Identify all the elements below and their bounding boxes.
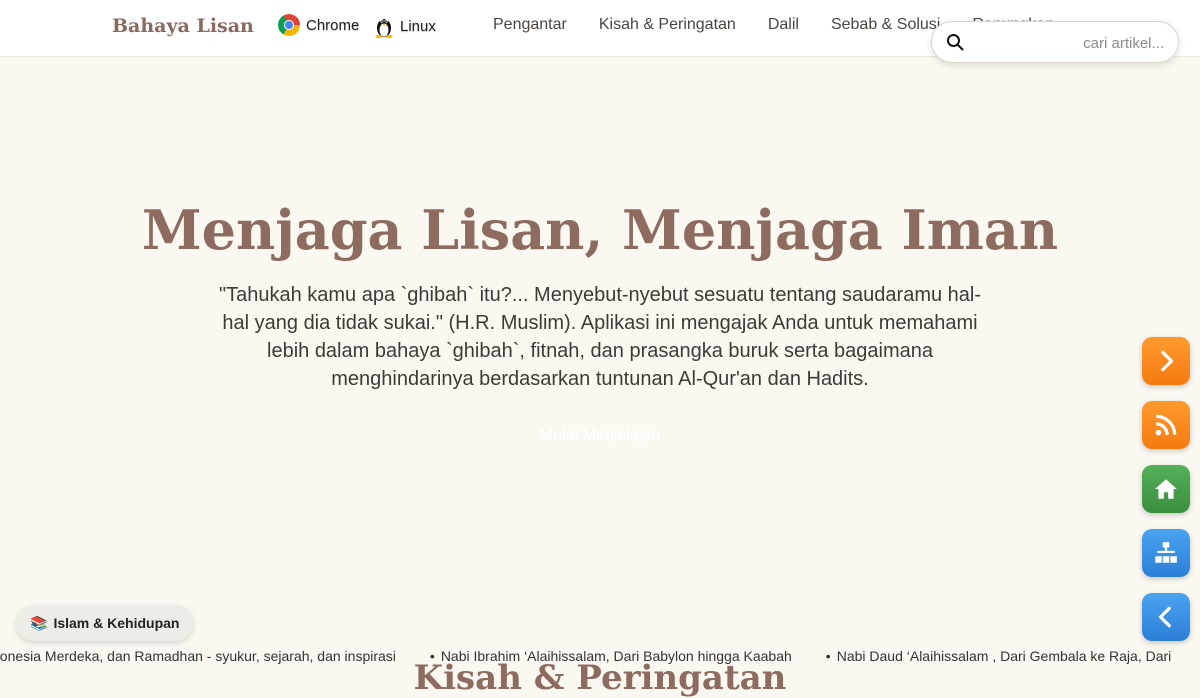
nav-item-dalil[interactable]: Dalil <box>768 16 799 34</box>
start-exploring-button[interactable]: Mulai Menjelajah <box>500 422 700 450</box>
sitemap-icon <box>1155 542 1177 563</box>
next-button[interactable] <box>1142 337 1190 385</box>
nav-item-pengantar[interactable]: Pengantar <box>493 16 567 34</box>
books-icon: 📚 <box>30 614 48 631</box>
top-navbar: Bahaya Lisan Chrome Linux Pengantar Kisa… <box>0 0 1200 63</box>
home-button[interactable] <box>1142 465 1190 513</box>
category-label: Islam & Kehidupan <box>53 615 180 631</box>
site-brand[interactable]: Bahaya Lisan <box>112 15 254 37</box>
browser-label: Chrome <box>306 16 360 34</box>
ticker-item[interactable]: Nabi Ibrahim ‘Alaihissalam, Dari Babylon… <box>430 648 792 664</box>
chevron-left-icon <box>1158 606 1171 628</box>
search-icon[interactable] <box>946 33 964 51</box>
os-label: Linux <box>400 17 436 35</box>
rss-button[interactable] <box>1142 401 1190 449</box>
search-input[interactable] <box>976 30 1166 56</box>
chevron-right-icon <box>1161 350 1174 372</box>
news-ticker: donesia Merdeka, dan Ramadhan - syukur, … <box>0 646 1200 668</box>
sitemap-button[interactable] <box>1142 529 1190 577</box>
ticker-item[interactable]: donesia Merdeka, dan Ramadhan - syukur, … <box>0 648 396 664</box>
linux-tux-icon <box>375 19 393 38</box>
nav-item-sebab-solusi[interactable]: Sebab & Solusi <box>831 16 940 34</box>
chrome-icon <box>278 14 300 36</box>
nav-item-kisah-peringatan[interactable]: Kisah & Peringatan <box>599 16 736 34</box>
rss-icon <box>1155 414 1177 436</box>
ticker-item[interactable]: Nabi Daud ‘Alaihissalam , Dari Gembala k… <box>826 648 1172 664</box>
search-box <box>931 21 1179 63</box>
previous-button[interactable] <box>1142 593 1190 641</box>
category-pill[interactable]: 📚 Islam & Kehidupan <box>16 605 194 641</box>
os-badge: Linux <box>374 14 436 38</box>
home-icon <box>1155 479 1177 499</box>
hero-description: "Tahukah kamu apa `ghibah` itu?... Menye… <box>218 284 982 390</box>
browser-badge: Chrome <box>278 14 359 36</box>
hero-title: Menjaga Lisan, Menjaga Iman <box>141 198 1059 262</box>
